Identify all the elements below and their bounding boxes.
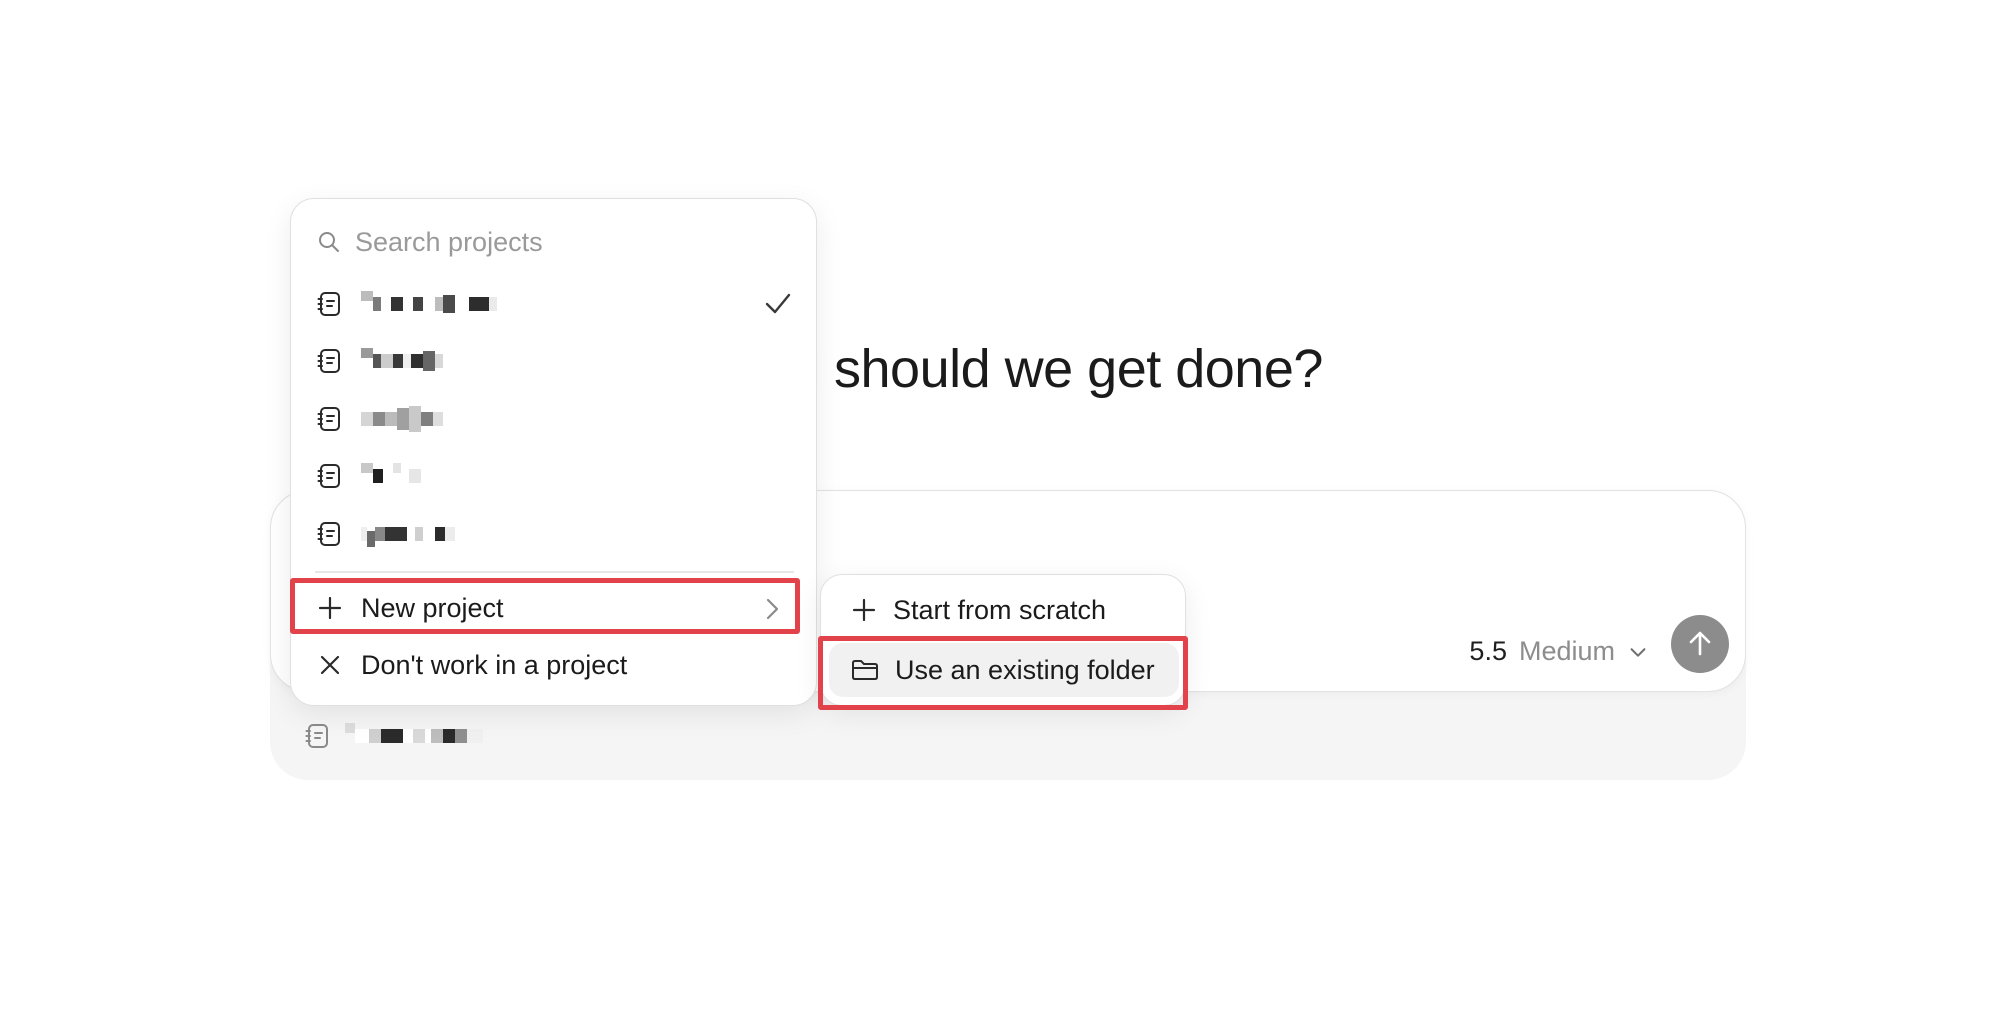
notebook-icon: [317, 349, 340, 373]
project-item[interactable]: [317, 509, 792, 559]
folder-icon: [852, 660, 878, 680]
project-item[interactable]: [317, 451, 792, 501]
redacted-project-name: [345, 723, 483, 749]
project-item[interactable]: [317, 279, 792, 329]
notebook-icon: [305, 724, 328, 748]
start-from-scratch-label: Start from scratch: [893, 594, 1107, 625]
use-existing-folder-item[interactable]: Use an existing folder: [829, 643, 1179, 697]
search-icon: [319, 232, 339, 252]
new-project-submenu: Start from scratch Use an existing folde…: [820, 574, 1186, 706]
send-button[interactable]: [1671, 615, 1729, 673]
check-icon: [765, 293, 791, 314]
redacted-project-name: [361, 463, 421, 489]
redacted-project-name: [361, 348, 443, 374]
use-existing-folder-label: Use an existing folder: [895, 654, 1155, 685]
project-dropdown: New project Don't work in a project: [290, 198, 817, 706]
app-stage: should we get done? 5.5 Medium Search pr…: [0, 0, 1994, 1030]
search-input[interactable]: [355, 226, 775, 258]
project-item[interactable]: [317, 336, 792, 386]
menu-divider: [315, 571, 794, 573]
model-version: 5.5: [1469, 636, 1507, 666]
plus-icon: [318, 596, 342, 620]
no-project-item[interactable]: Don't work in a project: [317, 641, 792, 689]
redacted-project-name: [361, 406, 443, 432]
new-project-label: New project: [361, 592, 504, 623]
chevron-right-icon: [766, 598, 779, 620]
arrow-up-icon: [1689, 631, 1711, 656]
start-from-scratch-item[interactable]: Start from scratch: [829, 583, 1179, 637]
notebook-icon: [317, 292, 340, 316]
notebook-icon: [317, 464, 340, 488]
notebook-icon: [317, 407, 340, 431]
close-icon: [320, 655, 340, 675]
no-project-label: Don't work in a project: [361, 649, 628, 680]
model-effort: Medium: [1518, 636, 1615, 666]
notebook-icon: [317, 522, 340, 546]
new-project-item[interactable]: New project: [317, 584, 792, 632]
project-item[interactable]: [317, 394, 792, 444]
chevron-down-icon: [1630, 647, 1646, 657]
plus-icon: [852, 598, 876, 622]
redacted-project-name: [361, 291, 497, 317]
headline-text: should we get done?: [834, 339, 1323, 399]
model-picker[interactable]: 5.5 Medium: [1469, 636, 1649, 667]
current-project-indicator[interactable]: [305, 722, 483, 750]
redacted-project-name: [361, 521, 455, 547]
project-search[interactable]: [317, 221, 775, 263]
